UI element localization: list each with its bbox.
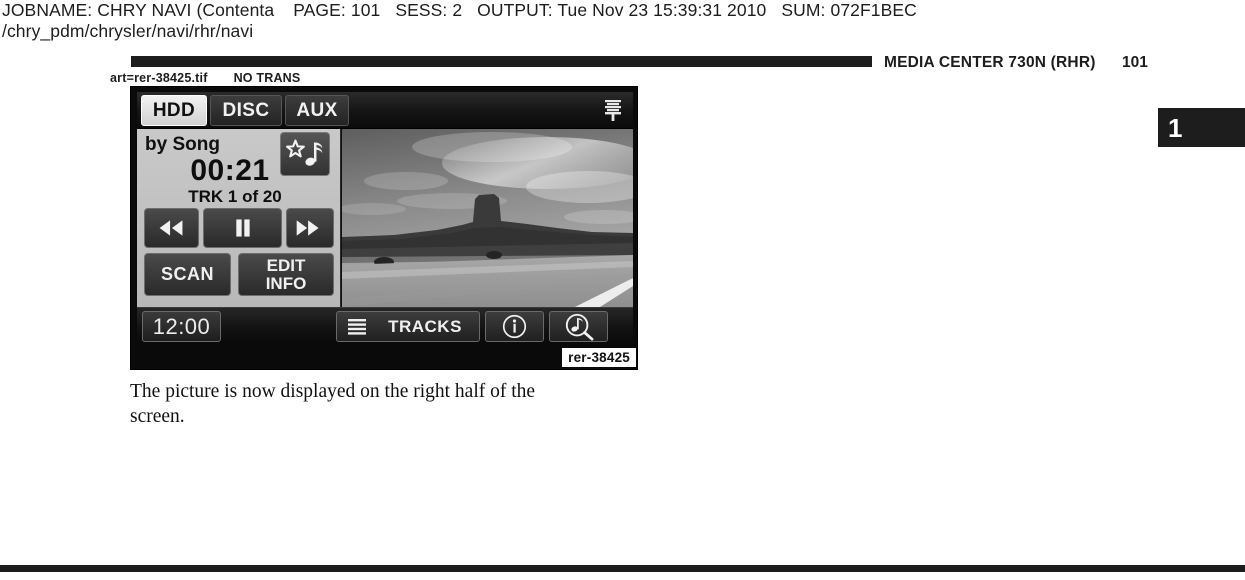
edit-info-button[interactable]: EDIT INFO [238,253,334,296]
art-marker-filename: art=rer-38425.tif [110,71,208,85]
music-search-button[interactable] [549,311,608,342]
running-head-rule [131,56,872,67]
sess-label: SESS: [395,0,448,20]
source-button-aux[interactable]: AUX [285,95,349,126]
media-screen: HDD DISC AUX by Song 00:21 TRK 1 of 20 S… [137,92,633,345]
sess-value: 2 [452,0,463,20]
bottom-control-bar: 12:00 TRACKS [137,307,633,345]
running-head-page-number: 101 [1122,54,1148,71]
source-bar: HDD DISC AUX [137,92,633,129]
sum-label: SUM: [781,0,826,20]
edit-info-label-line-1: EDIT [266,256,306,275]
next-track-button[interactable] [286,208,334,248]
source-button-disc[interactable]: DISC [210,95,282,126]
star-music-note-icon[interactable] [280,132,330,176]
tracks-button-label: TRACKS [388,317,462,336]
previous-track-button[interactable] [144,208,199,248]
play-pause-button[interactable] [203,208,282,248]
page-label: PAGE: [293,0,346,20]
page-value: 101 [350,0,381,20]
tracks-button[interactable]: TRACKS [336,311,480,342]
caption-line-1: The picture is now displayed on the righ… [130,381,536,402]
art-id-badge: rer-38425 [562,348,636,367]
source-button-hdd[interactable]: HDD [141,95,207,126]
job-header-line-1: JOBNAME: CHRY NAVI (Contenta PAGE: 101 S… [2,0,1202,21]
list-icon [348,319,366,335]
footer-rule [0,565,1245,572]
clock-display: 12:00 [142,311,221,342]
media-center-screenshot: HDD DISC AUX by Song 00:21 TRK 1 of 20 S… [130,86,638,370]
output-value: Tue Nov 23 15:39:31 2010 [557,0,767,20]
chapter-tab-number: 1 [1168,113,1183,143]
art-marker: art=rer-38425.tif NO TRANS [110,71,300,85]
edit-info-label-line-2: INFO [265,274,307,293]
job-header-path: /chry_pdm/chrysler/navi/rhr/navi [2,21,254,41]
running-head-title: MEDIA CENTER 730N (RHR) [884,54,1096,71]
job-header: JOBNAME: CHRY NAVI (Contenta PAGE: 101 S… [2,0,1202,42]
equalizer-icon[interactable] [603,98,623,123]
sum-value: 072F1BEC [830,0,917,20]
track-info-panel: by Song 00:21 TRK 1 of 20 SCAN EDIT INFO [137,129,341,307]
caption-line-2: screen. [130,406,185,427]
art-marker-trans: NO TRANS [233,71,301,85]
output-label: OUTPUT: [477,0,553,20]
info-button[interactable] [485,311,544,342]
track-position: TRK 1 of 20 [188,187,282,206]
scan-button[interactable]: SCAN [144,253,231,296]
album-picture[interactable] [342,129,633,307]
jobname-value: CHRY NAVI (Contenta [97,0,275,20]
figure-caption: The picture is now displayed on the righ… [130,379,630,429]
jobname-label: JOBNAME: [2,0,93,20]
chapter-tab: 1 [1158,108,1245,147]
sort-mode-label: by Song [145,134,220,155]
